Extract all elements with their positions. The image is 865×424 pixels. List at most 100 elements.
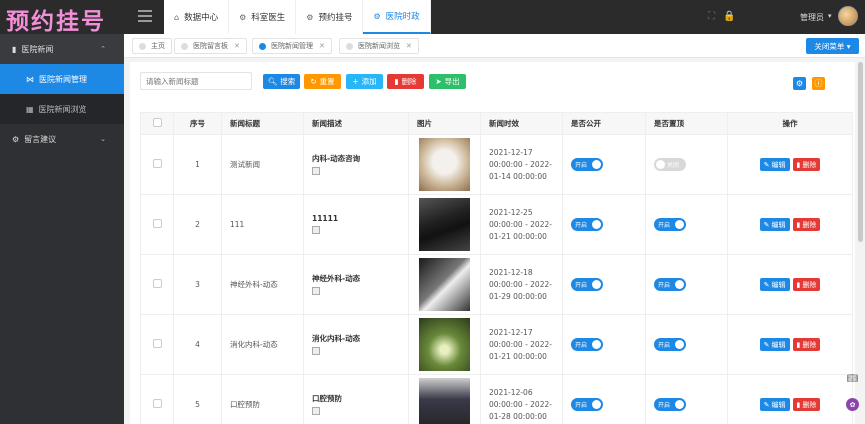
switch-label: 关闭 (667, 162, 680, 169)
switch-knob (592, 340, 601, 349)
close-icon[interactable]: ✕ (234, 42, 240, 50)
edit-button-label: 编辑 (771, 220, 786, 229)
close-menu-button[interactable]: 关闭菜单 ▾ (806, 38, 859, 54)
trash-icon: ▮ (796, 220, 801, 229)
news-image-cell (408, 134, 481, 195)
row-checkbox[interactable] (152, 219, 162, 228)
sidebar-item-label: 医院新闻浏览 (38, 104, 87, 114)
pin-toggle[interactable]: 开启 (654, 278, 686, 291)
public-toggle[interactable]: 开启 (571, 158, 603, 171)
delete-row-button[interactable]: ▮ 删除 (792, 398, 821, 411)
news-thumbnail[interactable] (419, 318, 470, 371)
main-panel: 🔍︎搜索 ↻重置 +添加 ▮删除 ➤导出 ⚙ ⓘ 序号 新闻标题 新闻描述 图片… (130, 62, 855, 424)
row-actions: ✎ 编辑 ▮ 删除 (727, 314, 853, 375)
public-toggle[interactable]: 开启 (571, 218, 603, 231)
row-actions: ✎ 编辑 ▮ 删除 (727, 254, 853, 315)
avatar[interactable] (838, 6, 858, 26)
row-checkbox-cell[interactable] (140, 374, 174, 424)
export-button[interactable]: ➤ 导出 (429, 74, 466, 89)
export-button-label: 导出 (444, 77, 460, 86)
gear-icon: ⚙ (306, 12, 314, 22)
search-input[interactable] (140, 72, 252, 90)
delete-row-button[interactable]: ▮ 删除 (792, 158, 821, 171)
top-switch-cell: 开启 (645, 254, 728, 315)
user-name[interactable]: 管理员 (800, 12, 824, 23)
delete-button[interactable]: ▮ 删除 (387, 74, 424, 89)
sidebar-group-suggestions[interactable]: ⚙ 留言建议 ⌄ (0, 124, 124, 154)
page-tab-news-manage[interactable]: 医院新闻管理 ✕ (252, 38, 332, 54)
delete-button-label: 删除 (401, 77, 417, 86)
row-checkbox-cell[interactable] (140, 314, 174, 375)
news-thumbnail[interactable] (419, 378, 470, 424)
reset-button[interactable]: ↻ 重置 (304, 74, 341, 89)
sidebar: ▮ 医院新闻 ⌃ ⋈ 医院新闻管理 ▦ 医院新闻浏览 ⚙ 留言建议 ⌄ (0, 34, 124, 424)
col-header: 新闻时效 (480, 112, 563, 135)
pin-toggle[interactable]: 开启 (654, 338, 686, 351)
row-checkbox[interactable] (152, 399, 162, 408)
assistant-icon[interactable]: ✿ (846, 398, 859, 411)
trash-icon: ▮ (796, 400, 801, 409)
delete-row-button[interactable]: ▮ 删除 (792, 338, 821, 351)
pin-toggle[interactable]: 关闭 (654, 158, 686, 171)
top-tab-hospital-news[interactable]: ⚙ 医院时政 (363, 0, 431, 34)
pin-toggle[interactable]: 开启 (654, 398, 686, 411)
pin-toggle[interactable]: 开启 (654, 218, 686, 231)
sidebar-group-label: 留言建议 (24, 134, 57, 144)
edit-button-label: 编辑 (771, 340, 786, 349)
news-thumbnail[interactable] (419, 258, 470, 311)
public-toggle[interactable]: 开启 (571, 278, 603, 291)
page-tab-message-board[interactable]: 医院留言板 ✕ (174, 38, 247, 54)
top-tab-appointments[interactable]: ⚙ 预约挂号 (296, 0, 364, 34)
delete-row-button[interactable]: ▮ 删除 (792, 218, 821, 231)
menu-toggle-icon[interactable] (138, 10, 152, 22)
chevron-down-icon[interactable]: ▾ (828, 12, 832, 20)
scrollbar[interactable] (858, 62, 863, 242)
col-header: 新闻描述 (303, 112, 409, 135)
fullscreen-icon[interactable]: ⛶ (708, 11, 715, 22)
top-tab-label: 预约挂号 (318, 13, 353, 23)
top-tab-departments[interactable]: ⚙ 科室医生 (229, 0, 297, 34)
row-checkbox[interactable] (152, 279, 162, 288)
edit-button[interactable]: ✎ 编辑 (759, 218, 790, 231)
edit-button[interactable]: ✎ 编辑 (759, 278, 790, 291)
page-tab-news-browse[interactable]: 医院新闻浏览 ✕ (339, 38, 419, 54)
edit-button[interactable]: ✎ 编辑 (759, 158, 790, 171)
add-button[interactable]: + 添加 (346, 74, 383, 89)
news-thumbnail[interactable] (419, 138, 470, 191)
edit-button[interactable]: ✎ 编辑 (759, 398, 790, 411)
select-all-checkbox[interactable] (152, 118, 162, 127)
trash-icon: ▮ (394, 77, 399, 86)
row-checkbox-cell[interactable] (140, 194, 174, 255)
sidebar-item-news-manage[interactable]: ⋈ 医院新闻管理 (0, 64, 124, 94)
row-checkbox[interactable] (152, 339, 162, 348)
search-button[interactable]: 🔍︎ 搜索 (263, 74, 300, 89)
row-checkbox-cell[interactable] (140, 134, 174, 195)
info-icon[interactable]: ⓘ (812, 77, 825, 90)
public-switch-cell: 开启 (562, 194, 646, 255)
book-icon[interactable]: 📖︎ (846, 372, 859, 385)
close-icon[interactable]: ✕ (319, 42, 325, 50)
edit-icon: ✎ (763, 340, 770, 349)
news-image-cell (408, 314, 481, 375)
row-checkbox[interactable] (152, 159, 162, 168)
news-validity: 2021-12-06 00:00:00 - 2022-01-28 00:00:0… (480, 374, 563, 424)
select-all-checkbox-cell[interactable] (140, 112, 174, 135)
lock-icon[interactable]: 🔒 (723, 11, 735, 22)
top-tab-data-center[interactable]: ⌂ 数据中心 (164, 0, 230, 34)
switch-knob (592, 280, 601, 289)
switch-label: 开启 (658, 282, 671, 289)
close-icon[interactable]: ✕ (406, 42, 412, 50)
news-validity: 2021-12-18 00:00:00 - 2022-01-29 00:00:0… (480, 254, 563, 315)
settings-icon[interactable]: ⚙ (793, 77, 806, 90)
edit-button[interactable]: ✎ 编辑 (759, 338, 790, 351)
gear-icon: ⚙ (373, 11, 381, 21)
delete-row-button[interactable]: ▮ 删除 (792, 278, 821, 291)
sidebar-group-hospital-news[interactable]: ▮ 医院新闻 ⌃ (0, 34, 124, 64)
row-checkbox-cell[interactable] (140, 254, 174, 315)
page-tab-home[interactable]: 主页 (132, 38, 172, 54)
public-toggle[interactable]: 开启 (571, 338, 603, 351)
public-toggle[interactable]: 开启 (571, 398, 603, 411)
sidebar-item-news-browse[interactable]: ▦ 医院新闻浏览 (0, 94, 124, 124)
news-thumbnail[interactable] (419, 198, 470, 251)
row-actions: ✎ 编辑 ▮ 删除 (727, 134, 853, 195)
